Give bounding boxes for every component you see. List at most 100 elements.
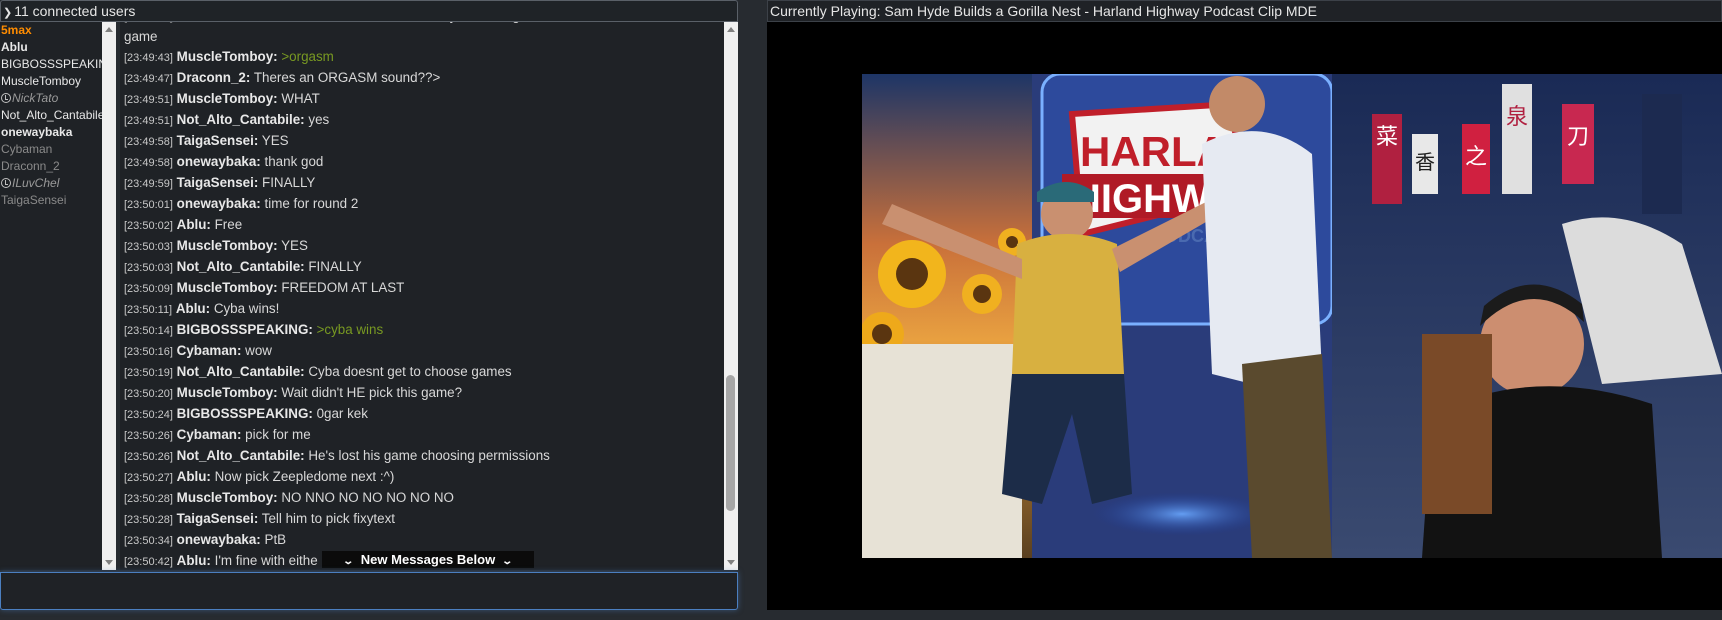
scroll-down-arrow-icon[interactable] xyxy=(727,560,735,565)
message-username[interactable]: MuscleTomboy: xyxy=(177,490,278,505)
chat-message: [23:50:20] MuscleTomboy: Wait didn't HE … xyxy=(124,383,720,404)
message-username[interactable]: MuscleTomboy: xyxy=(177,238,278,253)
message-username[interactable]: Ablu: xyxy=(177,469,211,484)
message-username[interactable]: onewaybaka: xyxy=(177,154,261,169)
message-username[interactable]: onewaybaka: xyxy=(177,532,261,547)
user-list-item[interactable]: Ablu xyxy=(0,39,102,56)
neon-sign-text: 香 xyxy=(1415,150,1435,174)
neon-sign-text: 泉 xyxy=(1506,105,1528,130)
chat-message: [23:50:28] TaigaSensei: Tell him to pick… xyxy=(124,509,720,530)
user-list-item[interactable]: Draconn_2 xyxy=(0,158,102,175)
chat-message: [23:50:11] Ablu: Cyba wins! xyxy=(124,299,720,320)
message-text: WHAT xyxy=(281,91,320,106)
message-text: pick for me xyxy=(245,427,311,442)
message-timestamp: [23:50:26] xyxy=(124,430,173,442)
chevron-down-icon: ❯ xyxy=(3,7,13,19)
message-timestamp: [23:49:42] xyxy=(124,22,173,23)
message-username[interactable]: BIGBOSSSPEAKING: xyxy=(177,322,313,337)
message-username[interactable]: Draconn_2: xyxy=(177,70,251,85)
message-username[interactable]: MuscleTomboy: xyxy=(177,91,278,106)
message-timestamp: [23:49:47] xyxy=(124,73,173,85)
message-username[interactable]: Cybaman: xyxy=(177,343,242,358)
message-text: YES xyxy=(281,238,308,253)
chat-message: [23:49:51] MuscleTomboy: WHAT xyxy=(124,89,720,110)
chat-message: [23:50:26] Not_Alto_Cantabile: He's lost… xyxy=(124,446,720,467)
user-list-item[interactable]: 5max xyxy=(0,22,102,39)
message-text: thank god xyxy=(264,154,324,169)
message-username[interactable]: Not_Alto_Cantabile: xyxy=(177,448,305,463)
user-name: Not_Alto_Cantabile xyxy=(1,108,102,122)
scroll-up-arrow-icon[interactable] xyxy=(727,27,735,32)
message-text: christ on a cracker, why was this game m… xyxy=(124,22,698,44)
chat-message: [23:50:14] BIGBOSSSPEAKING: >cyba wins xyxy=(124,320,720,341)
new-messages-below-button[interactable]: ⌄ New Messages Below ⌄ xyxy=(322,551,534,568)
message-timestamp: [23:50:42] xyxy=(124,556,173,568)
user-list-scrollbar[interactable] xyxy=(102,22,116,570)
message-username[interactable]: MuscleTomboy: xyxy=(177,280,278,295)
message-text: YES xyxy=(261,133,289,148)
message-username[interactable]: Cybaman: xyxy=(177,427,242,442)
user-name: 5max xyxy=(1,23,32,37)
message-username[interactable]: onewaybaka: xyxy=(177,196,261,211)
user-list-item[interactable]: NickTato xyxy=(0,90,102,107)
message-username[interactable]: Not_Alto_Cantabile: xyxy=(177,364,305,379)
message-username[interactable]: TaigaSensei: xyxy=(177,511,259,526)
message-timestamp: [23:49:51] xyxy=(124,115,173,127)
user-list-item[interactable]: BIGBOSSSPEAKING xyxy=(0,56,102,73)
chat-message: [23:50:28] MuscleTomboy: NO NNO NO NO NO… xyxy=(124,488,720,509)
user-list-item[interactable]: Not_Alto_Cantabile xyxy=(0,107,102,124)
message-username[interactable]: BIGBOSSSPEAKING: xyxy=(177,406,313,421)
video-player[interactable]: HARLA HIGHW PODCAS 菜 香 之 泉 刀 xyxy=(767,22,1722,610)
chat-input[interactable] xyxy=(0,572,738,610)
user-name: onewaybaka xyxy=(1,125,73,139)
message-timestamp: [23:50:34] xyxy=(124,535,173,547)
user-name: Cybaman xyxy=(1,142,53,156)
message-text: FINALLY xyxy=(262,175,316,190)
chat-message: [23:50:09] MuscleTomboy: FREEDOM AT LAST xyxy=(124,278,720,299)
message-username[interactable]: Not_Alto_Cantabile: xyxy=(177,112,305,127)
user-list-item[interactable]: Cybaman xyxy=(0,141,102,158)
message-timestamp: [23:50:16] xyxy=(124,346,173,358)
message-timestamp: [23:50:27] xyxy=(124,472,173,484)
message-username[interactable]: TaigaSensei: xyxy=(177,133,259,148)
chat-scrollbar[interactable] xyxy=(724,22,738,570)
chat-message: [23:49:59] TaigaSensei: FINALLY xyxy=(124,173,720,194)
message-username[interactable]: TaigaSensei: xyxy=(177,175,259,190)
scroll-up-arrow-icon[interactable] xyxy=(105,27,113,32)
message-username[interactable]: Ablu: xyxy=(177,553,211,568)
user-list-item[interactable]: MuscleTomboy xyxy=(0,73,102,90)
message-username[interactable]: Ablu: xyxy=(177,217,211,232)
message-username[interactable]: Not_Alto_Cantabile: xyxy=(177,259,305,274)
video-frame[interactable]: HARLA HIGHW PODCAS 菜 香 之 泉 刀 xyxy=(862,74,1722,558)
message-username[interactable]: MuscleTomboy: xyxy=(177,385,278,400)
message-timestamp: [23:50:02] xyxy=(124,220,173,232)
chat-message: [23:50:27] Ablu: Now pick Zeepledome nex… xyxy=(124,467,720,488)
chat-message: [23:50:24] BIGBOSSSPEAKING: 0gar kek xyxy=(124,404,720,425)
message-timestamp: [23:49:58] xyxy=(124,157,173,169)
message-username[interactable]: Ablu: xyxy=(176,301,210,316)
message-text: He's lost his game choosing permissions xyxy=(308,448,550,463)
chat-message: [23:49:51] Not_Alto_Cantabile: yes xyxy=(124,110,720,131)
video-still-image: HARLA HIGHW PODCAS 菜 香 之 泉 刀 xyxy=(862,74,1722,558)
chat-message: [23:49:47] Draconn_2: Theres an ORGASM s… xyxy=(124,68,720,89)
chat-message: [23:50:01] onewaybaka: time for round 2 xyxy=(124,194,720,215)
neon-sign-text: 刀 xyxy=(1567,125,1589,150)
scroll-down-arrow-icon[interactable] xyxy=(105,560,113,565)
chat-message: [23:50:34] onewaybaka: PtB xyxy=(124,530,720,551)
user-list-item[interactable]: ILuvChel xyxy=(0,175,102,192)
connected-users-header[interactable]: ❯ 11 connected users xyxy=(0,0,738,22)
user-name: ILuvChel xyxy=(12,176,60,190)
user-list-item[interactable]: onewaybaka xyxy=(0,124,102,141)
message-text: 0gar kek xyxy=(316,406,368,421)
currently-playing-title: Currently Playing: Sam Hyde Builds a Gor… xyxy=(767,0,1722,22)
message-username[interactable]: BIGBOSSSPEAKING: xyxy=(177,22,313,23)
user-name: MuscleTomboy xyxy=(1,74,82,88)
message-username[interactable]: MuscleTomboy: xyxy=(177,49,278,64)
message-timestamp: [23:50:11] xyxy=(124,304,173,316)
user-name: NickTato xyxy=(12,91,59,105)
user-list-item[interactable]: TaigaSensei xyxy=(0,192,102,209)
message-text: Cyba doesnt get to choose games xyxy=(308,364,512,379)
chat-message: [23:50:02] Ablu: Free xyxy=(124,215,720,236)
chat-scrollbar-thumb[interactable] xyxy=(726,375,735,511)
message-text: yes xyxy=(308,112,330,127)
